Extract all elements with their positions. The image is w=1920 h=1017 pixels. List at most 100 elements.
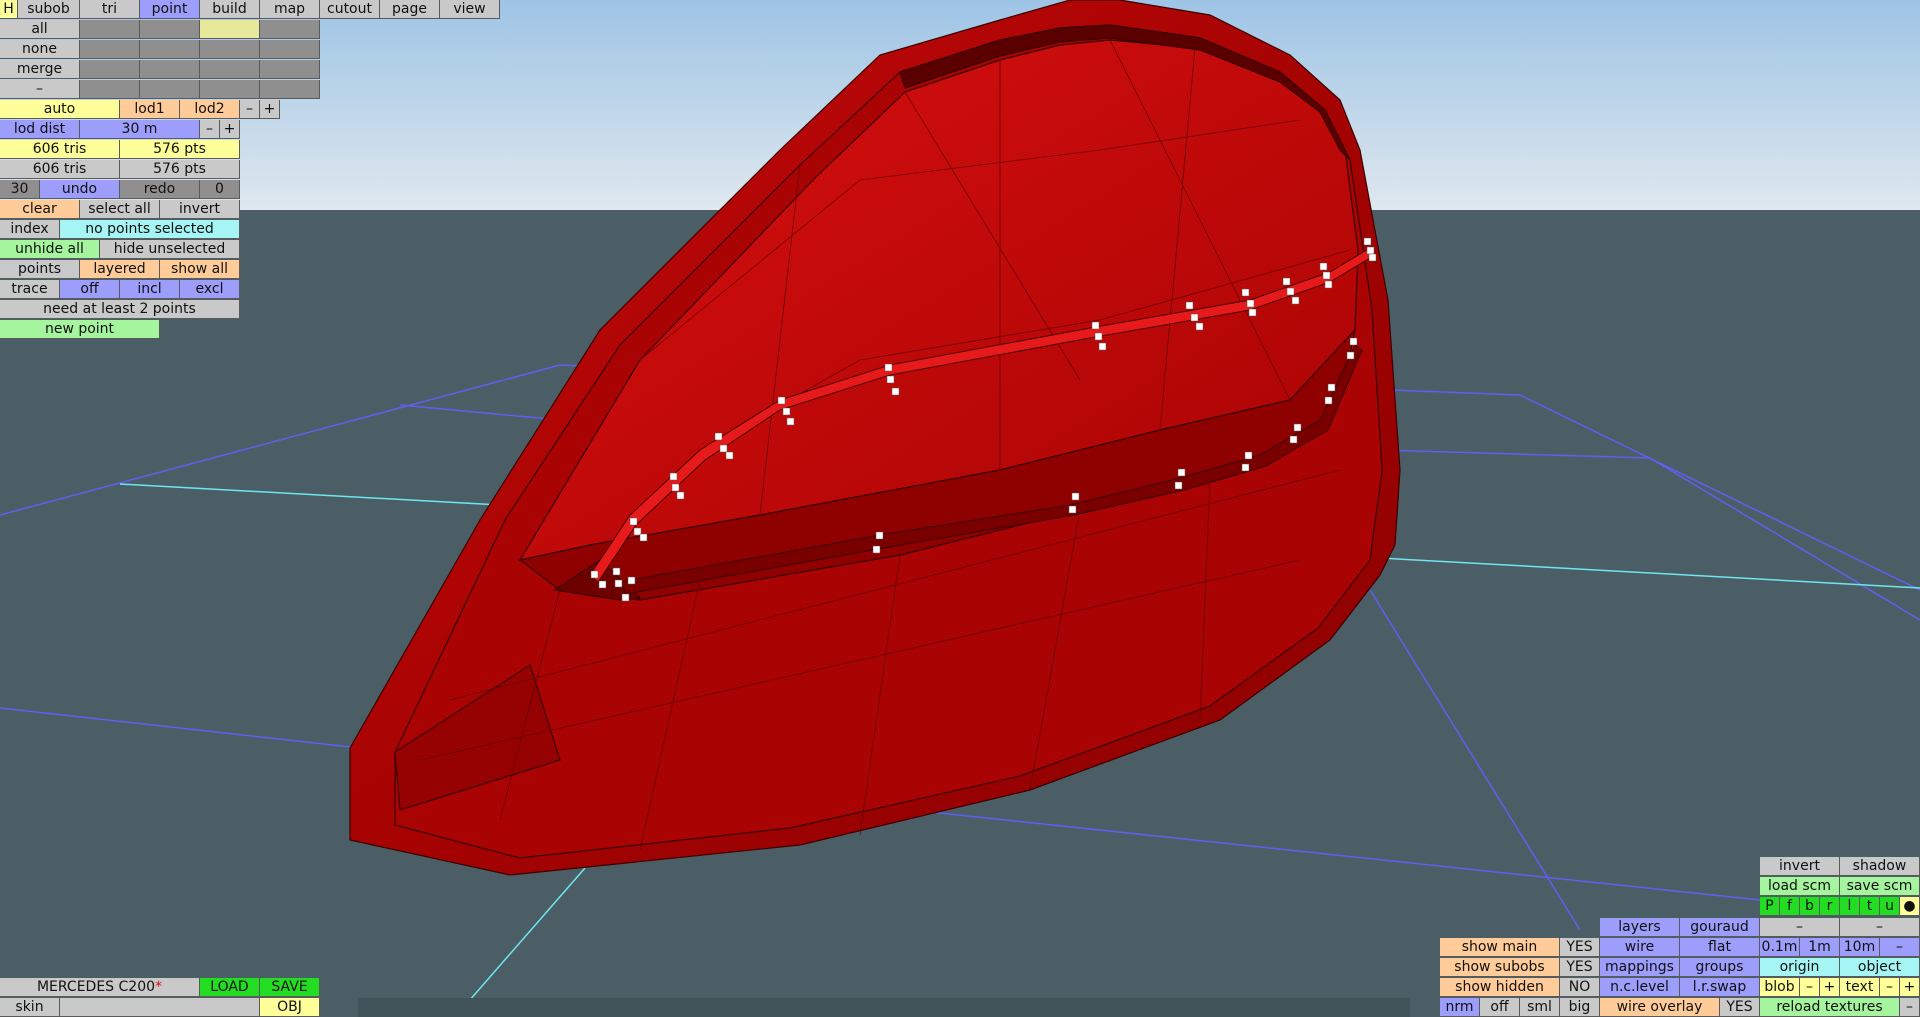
select-all-points-button[interactable]: select all (80, 200, 160, 219)
undo-button[interactable]: undo (40, 180, 120, 199)
text-button[interactable]: text (1840, 978, 1880, 997)
blob-plus-button[interactable]: + (1820, 978, 1840, 997)
viewport-3d[interactable] (0, 0, 1920, 1017)
select-slot[interactable] (140, 80, 200, 99)
grid-1m-button[interactable]: 1m (1800, 938, 1840, 957)
object-button[interactable]: object (1840, 958, 1920, 977)
flat-button[interactable]: flat (1680, 938, 1760, 957)
blob-minus-button[interactable]: – (1800, 978, 1820, 997)
hide-unselected-button[interactable]: hide unselected (100, 240, 240, 259)
select-slot[interactable] (80, 80, 140, 99)
select-slot[interactable] (80, 60, 140, 79)
size-big-button[interactable]: big (1560, 998, 1600, 1017)
view-mode-r[interactable]: r (1820, 897, 1840, 916)
lod1-button[interactable]: lod1 (120, 100, 180, 119)
lod-dist-minus[interactable]: – (200, 120, 220, 139)
select-all-button[interactable]: all (0, 20, 80, 39)
reload-minus-button[interactable]: – (1900, 998, 1920, 1017)
view-mode-l[interactable]: l (1840, 897, 1860, 916)
select-slot[interactable] (260, 60, 320, 79)
select-slot[interactable] (200, 60, 260, 79)
tab-tri[interactable]: tri (80, 0, 140, 19)
wire-overlay-button[interactable]: wire overlay (1600, 998, 1720, 1017)
save-button[interactable]: SAVE (260, 978, 320, 997)
shadow-button[interactable]: shadow (1840, 857, 1920, 876)
origin-button[interactable]: origin (1760, 958, 1840, 977)
tab-page[interactable]: page (380, 0, 440, 19)
show-hidden-value[interactable]: NO (1560, 978, 1600, 997)
reload-textures-button[interactable]: reload textures (1760, 998, 1900, 1017)
blob-button[interactable]: blob (1760, 978, 1800, 997)
select-slot[interactable] (140, 20, 200, 39)
show-main-value[interactable]: YES (1560, 938, 1600, 957)
unhide-all-button[interactable]: unhide all (0, 240, 100, 259)
show-all-button[interactable]: show all (160, 260, 240, 279)
merge-button[interactable]: merge (0, 60, 80, 79)
view-mode-p[interactable]: P (1760, 897, 1780, 916)
invert-selection-button[interactable]: invert (160, 200, 240, 219)
groups-button[interactable]: groups (1680, 958, 1760, 977)
grid-10m-button[interactable]: 10m (1840, 938, 1880, 957)
view-mode-b[interactable]: b (1800, 897, 1820, 916)
size-sml-button[interactable]: sml (1520, 998, 1560, 1017)
clear-button[interactable]: clear (0, 200, 80, 219)
lod-auto-button[interactable]: auto (0, 100, 120, 119)
load-scm-button[interactable]: load scm (1760, 877, 1840, 896)
lod-dist-value[interactable]: 30 m (80, 120, 200, 139)
text-minus-button[interactable]: – (1880, 978, 1900, 997)
show-hidden-button[interactable]: show hidden (1440, 978, 1560, 997)
select-slot[interactable] (140, 40, 200, 59)
lod-dist-plus[interactable]: + (220, 120, 240, 139)
layers-button[interactable]: layers (1600, 918, 1680, 937)
tab-map[interactable]: map (260, 0, 320, 19)
save-scm-button[interactable]: save scm (1840, 877, 1920, 896)
subtract-button[interactable]: – (0, 80, 80, 99)
load-button[interactable]: LOAD (200, 978, 260, 997)
grid-0.1m-button[interactable]: 0.1m (1760, 938, 1800, 957)
view-mode-f[interactable]: f (1780, 897, 1800, 916)
wire-overlay-value[interactable]: YES (1720, 998, 1760, 1017)
show-main-button[interactable]: show main (1440, 938, 1560, 957)
layered-button[interactable]: layered (80, 260, 160, 279)
select-slot[interactable] (140, 60, 200, 79)
lod2-button[interactable]: lod2 (180, 100, 240, 119)
obj-button[interactable]: OBJ (260, 998, 320, 1017)
select-slot-active[interactable] (200, 20, 260, 39)
show-subobs-value[interactable]: YES (1560, 958, 1600, 977)
select-slot[interactable] (80, 40, 140, 59)
view-mode-dot[interactable]: ● (1900, 897, 1920, 916)
select-slot[interactable] (200, 40, 260, 59)
dash-button[interactable]: – (1760, 918, 1840, 937)
select-slot[interactable] (260, 20, 320, 39)
select-none-button[interactable]: none (0, 40, 80, 59)
wire-button[interactable]: wire (1600, 938, 1680, 957)
trace-off-button[interactable]: off (60, 280, 120, 299)
tab-build[interactable]: build (200, 0, 260, 19)
tab-subob[interactable]: subob (18, 0, 80, 19)
select-slot[interactable] (200, 80, 260, 99)
nc-level-button[interactable]: n.c.level (1600, 978, 1680, 997)
grid-minus-button[interactable]: – (1880, 938, 1920, 957)
select-slot[interactable] (260, 80, 320, 99)
new-point-button[interactable]: new point (0, 320, 160, 339)
trace-incl-button[interactable]: incl (120, 280, 180, 299)
lr-swap-button[interactable]: l.r.swap (1680, 978, 1760, 997)
tab-view[interactable]: view (440, 0, 500, 19)
redo-button[interactable]: redo (120, 180, 200, 199)
index-button[interactable]: index (0, 220, 60, 239)
mappings-button[interactable]: mappings (1600, 958, 1680, 977)
view-mode-t[interactable]: t (1860, 897, 1880, 916)
size-off-button[interactable]: off (1480, 998, 1520, 1017)
skin-field[interactable] (60, 998, 260, 1017)
size-nrm-button[interactable]: nrm (1440, 998, 1480, 1017)
text-plus-button[interactable]: + (1900, 978, 1920, 997)
show-subobs-button[interactable]: show subobs (1440, 958, 1560, 977)
view-mode-u[interactable]: u (1880, 897, 1900, 916)
select-slot[interactable] (260, 40, 320, 59)
help-button[interactable]: H (0, 0, 18, 19)
dash-button-2[interactable]: – (1840, 918, 1920, 937)
lod-plus-button[interactable]: + (260, 100, 280, 119)
lod-minus-button[interactable]: – (240, 100, 260, 119)
select-slot[interactable] (80, 20, 140, 39)
tab-point[interactable]: point (140, 0, 200, 19)
